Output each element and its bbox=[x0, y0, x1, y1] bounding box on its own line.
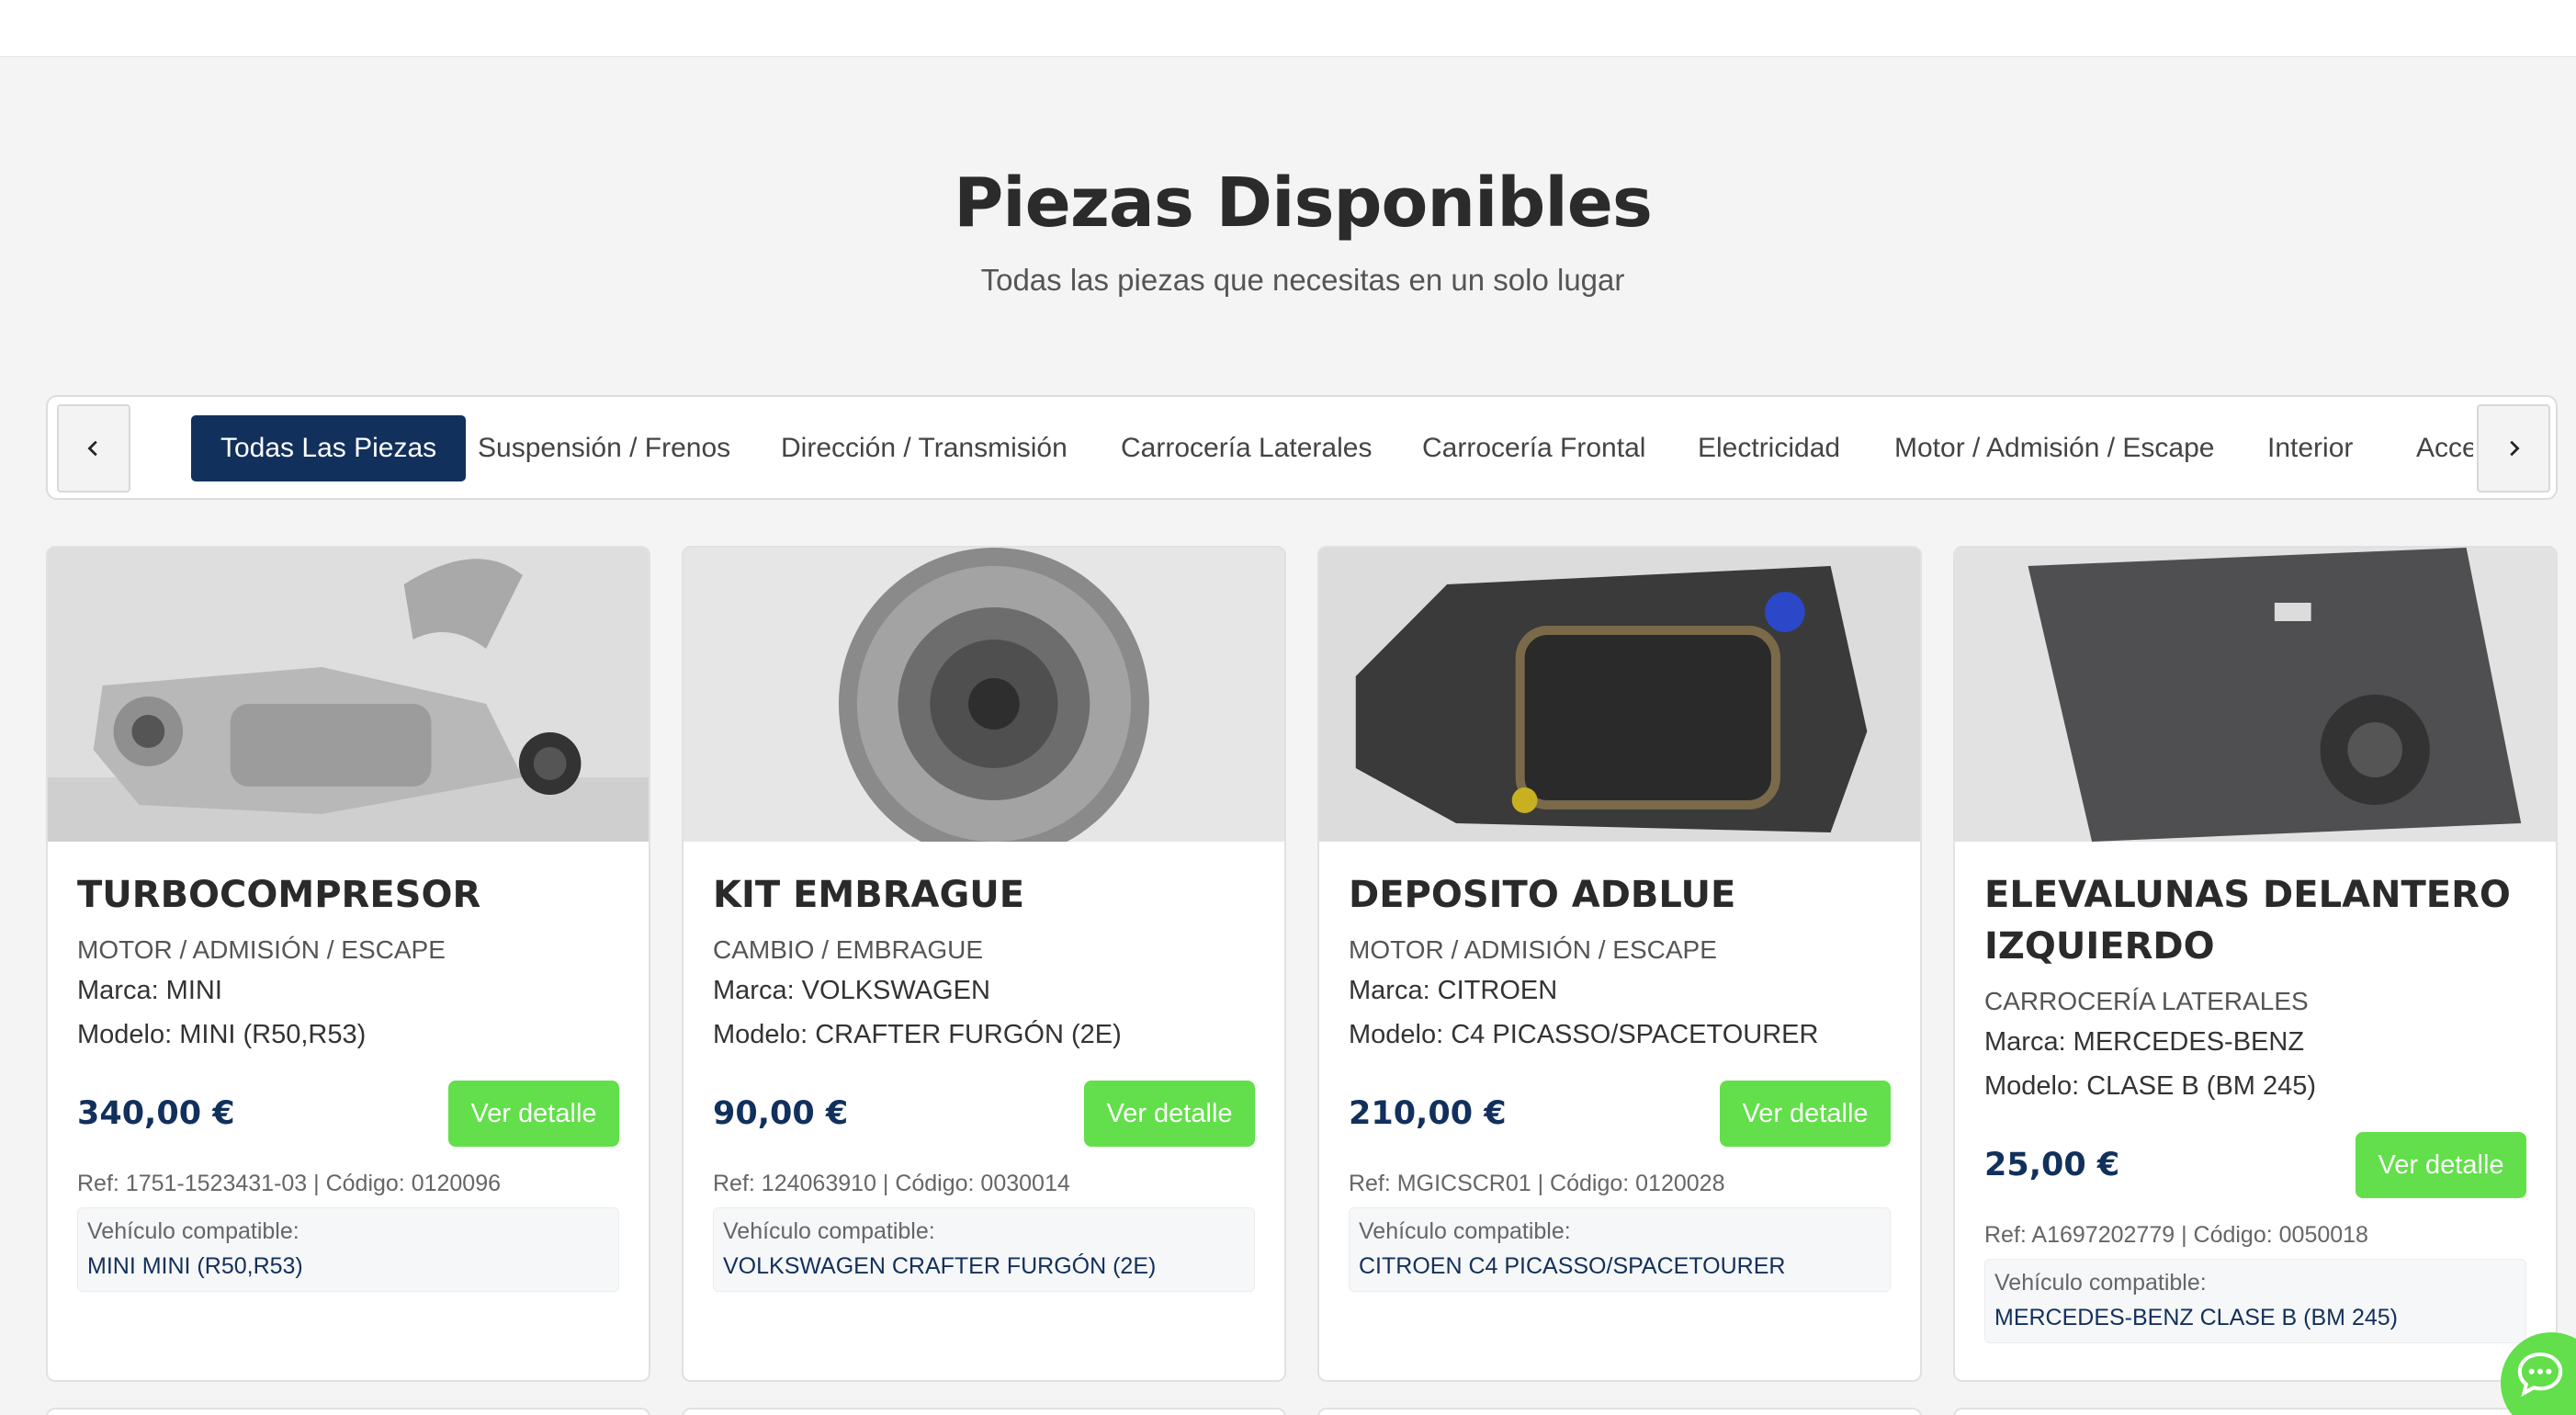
compatible-vehicle-box: Vehículo compatible: CITROEN C4 PICASSO/… bbox=[1349, 1207, 1891, 1292]
product-card-next-row bbox=[1953, 1408, 2558, 1415]
product-price: 210,00 € bbox=[1349, 1095, 1507, 1132]
product-model: Modelo: MINI (R50,R53) bbox=[77, 1020, 367, 1049]
product-model: Modelo: CRAFTER FURGÓN (2E) bbox=[713, 1020, 1122, 1049]
product-brand: Marca: MINI bbox=[77, 976, 222, 1005]
product-title[interactable]: ELEVALUNAS DELANTERO IZQUIERDO bbox=[1984, 869, 2526, 972]
chat-bubble-icon bbox=[2517, 1352, 2563, 1398]
tab-carroceria-frontal[interactable]: Carrocería Frontal bbox=[1422, 415, 1645, 481]
price-row: 90,00 € Ver detalle bbox=[713, 1081, 1255, 1147]
tab-accesorios[interactable]: Accesorios bbox=[2416, 415, 2473, 481]
tab-todas-las-piezas[interactable]: Todas Las Piezas bbox=[191, 415, 467, 481]
product-brand: Marca: VOLKSWAGEN bbox=[713, 976, 990, 1005]
product-card[interactable]: TURBOCOMPRESOR MOTOR / ADMISIÓN / ESCAPE… bbox=[46, 546, 650, 1382]
compatible-vehicle-label: Vehículo compatible: bbox=[87, 1218, 299, 1244]
product-category: MOTOR / ADMISIÓN / ESCAPE bbox=[1349, 935, 1717, 964]
compatible-vehicle-value: CITROEN C4 PICASSO/SPACETOURER bbox=[1359, 1253, 1786, 1279]
product-card[interactable]: ELEVALUNAS DELANTERO IZQUIERDO CARROCERÍ… bbox=[1953, 546, 2558, 1382]
product-ref-code: Ref: 1751-1523431-03 | Código: 0120096 bbox=[77, 1171, 502, 1196]
product-title[interactable]: DEPOSITO ADBLUE bbox=[1349, 869, 1891, 921]
product-card-next-row bbox=[682, 1408, 1286, 1415]
chevron-right-icon bbox=[2510, 440, 2520, 457]
product-title[interactable]: KIT EMBRAGUE bbox=[713, 869, 1255, 921]
compatible-vehicle-box: Vehículo compatible: MINI MINI (R50,R53) bbox=[77, 1207, 619, 1292]
tab-motor-admision-escape[interactable]: Motor / Admisión / Escape bbox=[1894, 415, 2215, 481]
product-category: CARROCERÍA LATERALES bbox=[1984, 987, 2309, 1015]
card-body: ELEVALUNAS DELANTERO IZQUIERDO CARROCERÍ… bbox=[1984, 869, 2526, 1343]
compatible-vehicle-label: Vehículo compatible: bbox=[1994, 1270, 2207, 1296]
product-model: Modelo: C4 PICASSO/SPACETOURER bbox=[1349, 1020, 1819, 1049]
product-brand: Marca: MERCEDES-BENZ bbox=[1984, 1027, 2305, 1057]
view-detail-button[interactable]: Ver detalle bbox=[1720, 1081, 1891, 1147]
tab-electricidad[interactable]: Electricidad bbox=[1698, 415, 1840, 481]
product-card-next-row bbox=[1317, 1408, 1922, 1415]
product-ref-code: Ref: A1697202779 | Código: 0050018 bbox=[1984, 1222, 2368, 1248]
view-detail-button[interactable]: Ver detalle bbox=[448, 1081, 619, 1147]
product-image-kit-embrague[interactable] bbox=[684, 548, 1284, 842]
category-track: Todas Las Piezas Suspensión / Frenos Dir… bbox=[145, 415, 2473, 481]
tab-carroceria-laterales[interactable]: Carrocería Laterales bbox=[1121, 415, 1372, 481]
product-image-elevalunas[interactable] bbox=[1955, 548, 2556, 842]
top-header-bar bbox=[0, 0, 2576, 57]
card-body: KIT EMBRAGUE CAMBIO / EMBRAGUE Marca: VO… bbox=[713, 869, 1255, 1292]
card-body: DEPOSITO ADBLUE MOTOR / ADMISIÓN / ESCAP… bbox=[1349, 869, 1891, 1292]
tab-direccion-transmision[interactable]: Dirección / Transmisión bbox=[781, 415, 1068, 481]
price-row: 25,00 € Ver detalle bbox=[1984, 1132, 2526, 1198]
category-next-button[interactable] bbox=[2477, 404, 2550, 492]
view-detail-button[interactable]: Ver detalle bbox=[2356, 1132, 2526, 1198]
tab-suspension-frenos[interactable]: Suspensión / Frenos bbox=[478, 415, 730, 481]
page-subtitle: Todas las piezas que necesitas en un sol… bbox=[980, 263, 1625, 297]
product-ref-code: Ref: 124063910 | Código: 0030014 bbox=[713, 1171, 1070, 1196]
product-image-deposito-adblue[interactable] bbox=[1319, 548, 1920, 842]
product-model: Modelo: CLASE B (BM 245) bbox=[1984, 1071, 2317, 1101]
price-row: 210,00 € Ver detalle bbox=[1349, 1081, 1891, 1147]
chevron-left-icon bbox=[87, 440, 97, 457]
tab-interior[interactable]: Interior bbox=[2267, 415, 2353, 481]
product-price: 90,00 € bbox=[713, 1095, 849, 1132]
compatible-vehicle-value: VOLKSWAGEN CRAFTER FURGÓN (2E) bbox=[723, 1253, 1157, 1279]
product-price: 340,00 € bbox=[77, 1095, 235, 1132]
compatible-vehicle-value: MERCEDES-BENZ CLASE B (BM 245) bbox=[1994, 1305, 2398, 1330]
page-title: Piezas Disponibles bbox=[954, 164, 1653, 243]
product-category: CAMBIO / EMBRAGUE bbox=[713, 935, 984, 964]
product-title[interactable]: TURBOCOMPRESOR bbox=[77, 869, 619, 921]
compatible-vehicle-label: Vehículo compatible: bbox=[723, 1218, 935, 1244]
compatible-vehicle-box: Vehículo compatible: VOLKSWAGEN CRAFTER … bbox=[713, 1207, 1255, 1292]
price-row: 340,00 € Ver detalle bbox=[77, 1081, 619, 1147]
view-detail-button[interactable]: Ver detalle bbox=[1084, 1081, 1255, 1147]
product-price: 25,00 € bbox=[1984, 1147, 2120, 1183]
product-card-next-row bbox=[46, 1408, 650, 1415]
compatible-vehicle-value: MINI MINI (R50,R53) bbox=[87, 1253, 303, 1279]
product-card[interactable]: DEPOSITO ADBLUE MOTOR / ADMISIÓN / ESCAP… bbox=[1317, 546, 1922, 1382]
product-brand: Marca: CITROEN bbox=[1349, 976, 1558, 1005]
product-card[interactable]: KIT EMBRAGUE CAMBIO / EMBRAGUE Marca: VO… bbox=[682, 546, 1286, 1382]
product-category: MOTOR / ADMISIÓN / ESCAPE bbox=[77, 935, 446, 964]
category-prev-button[interactable] bbox=[57, 404, 130, 492]
product-image-turbocompresor[interactable] bbox=[48, 548, 649, 842]
card-body: TURBOCOMPRESOR MOTOR / ADMISIÓN / ESCAPE… bbox=[77, 869, 619, 1292]
compatible-vehicle-box: Vehículo compatible: MERCEDES-BENZ CLASE… bbox=[1984, 1259, 2526, 1343]
category-tabs: Todas Las Piezas Suspensión / Frenos Dir… bbox=[46, 395, 2558, 500]
product-ref-code: Ref: MGICSCR01 | Código: 0120028 bbox=[1349, 1171, 1725, 1196]
compatible-vehicle-label: Vehículo compatible: bbox=[1359, 1218, 1571, 1244]
